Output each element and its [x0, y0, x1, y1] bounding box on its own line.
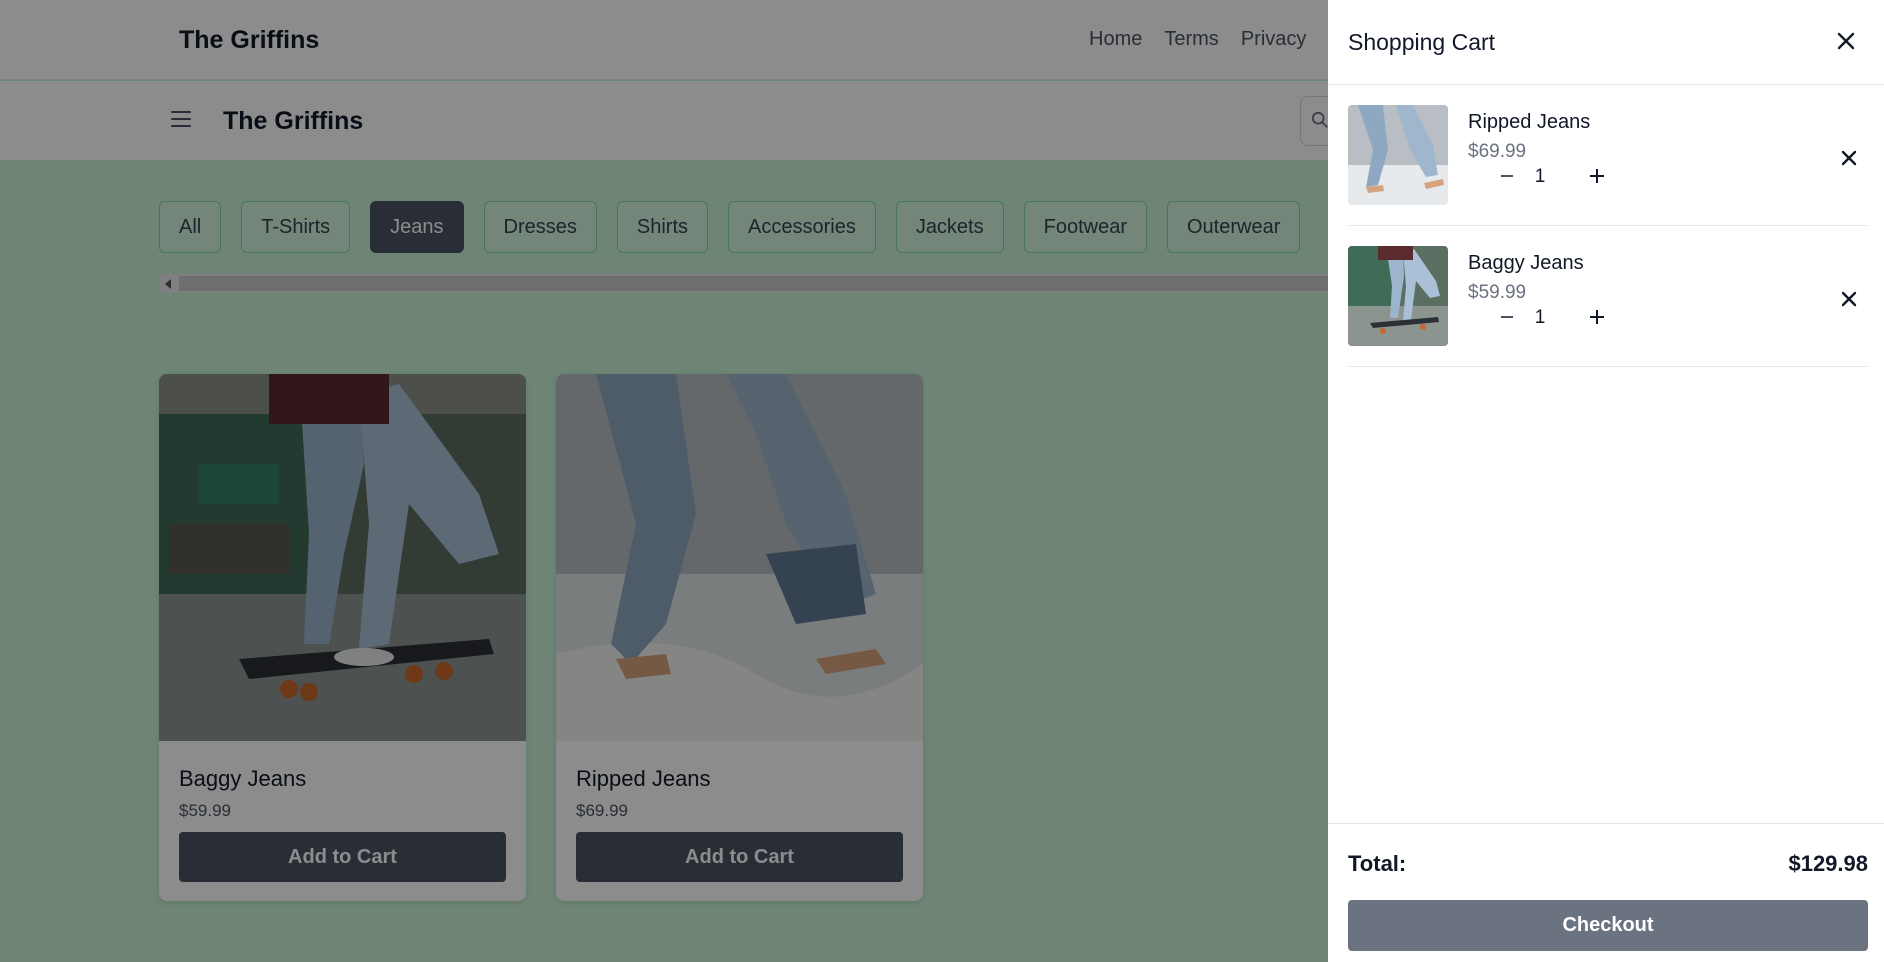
remove-icon	[1841, 291, 1857, 307]
cart-item-image	[1348, 246, 1448, 346]
plus-icon	[1590, 169, 1604, 183]
minus-icon	[1501, 316, 1513, 318]
cart-item-name: Baggy Jeans	[1468, 252, 1584, 274]
cart-title: Shopping Cart	[1348, 29, 1496, 55]
cart-footer: Total: $129.98 Checkout	[1328, 823, 1884, 962]
cart-item: Baggy Jeans $59.99 1	[1348, 226, 1868, 367]
remove-icon	[1841, 150, 1857, 166]
cart-item-price: $69.99	[1468, 141, 1527, 162]
shopping-cart-drawer: Shopping Cart Ripped Jeans $69.99 1 Bagg…	[1328, 0, 1884, 962]
minus-icon	[1501, 175, 1513, 177]
remove-item-button[interactable]	[1836, 145, 1862, 171]
cart-header: Shopping Cart	[1328, 0, 1884, 85]
cart-item: Ripped Jeans $69.99 1	[1348, 85, 1868, 226]
total-value: $129.98	[1788, 851, 1868, 876]
decrease-quantity-button[interactable]	[1494, 304, 1520, 330]
decrease-quantity-button[interactable]	[1494, 163, 1520, 189]
checkout-button[interactable]: Checkout	[1348, 900, 1868, 951]
increase-quantity-button[interactable]	[1584, 304, 1610, 330]
plus-icon	[1590, 310, 1604, 324]
remove-item-button[interactable]	[1836, 286, 1862, 312]
increase-quantity-button[interactable]	[1584, 163, 1610, 189]
total-label: Total:	[1348, 851, 1407, 876]
cart-item-quantity: 1	[1534, 307, 1546, 328]
cart-item-quantity: 1	[1534, 166, 1546, 187]
cart-item-name: Ripped Jeans	[1468, 111, 1591, 133]
cart-item-image	[1348, 105, 1448, 205]
cart-item-price: $59.99	[1468, 282, 1527, 303]
close-cart-button[interactable]	[1833, 28, 1859, 54]
close-icon	[1837, 32, 1855, 50]
